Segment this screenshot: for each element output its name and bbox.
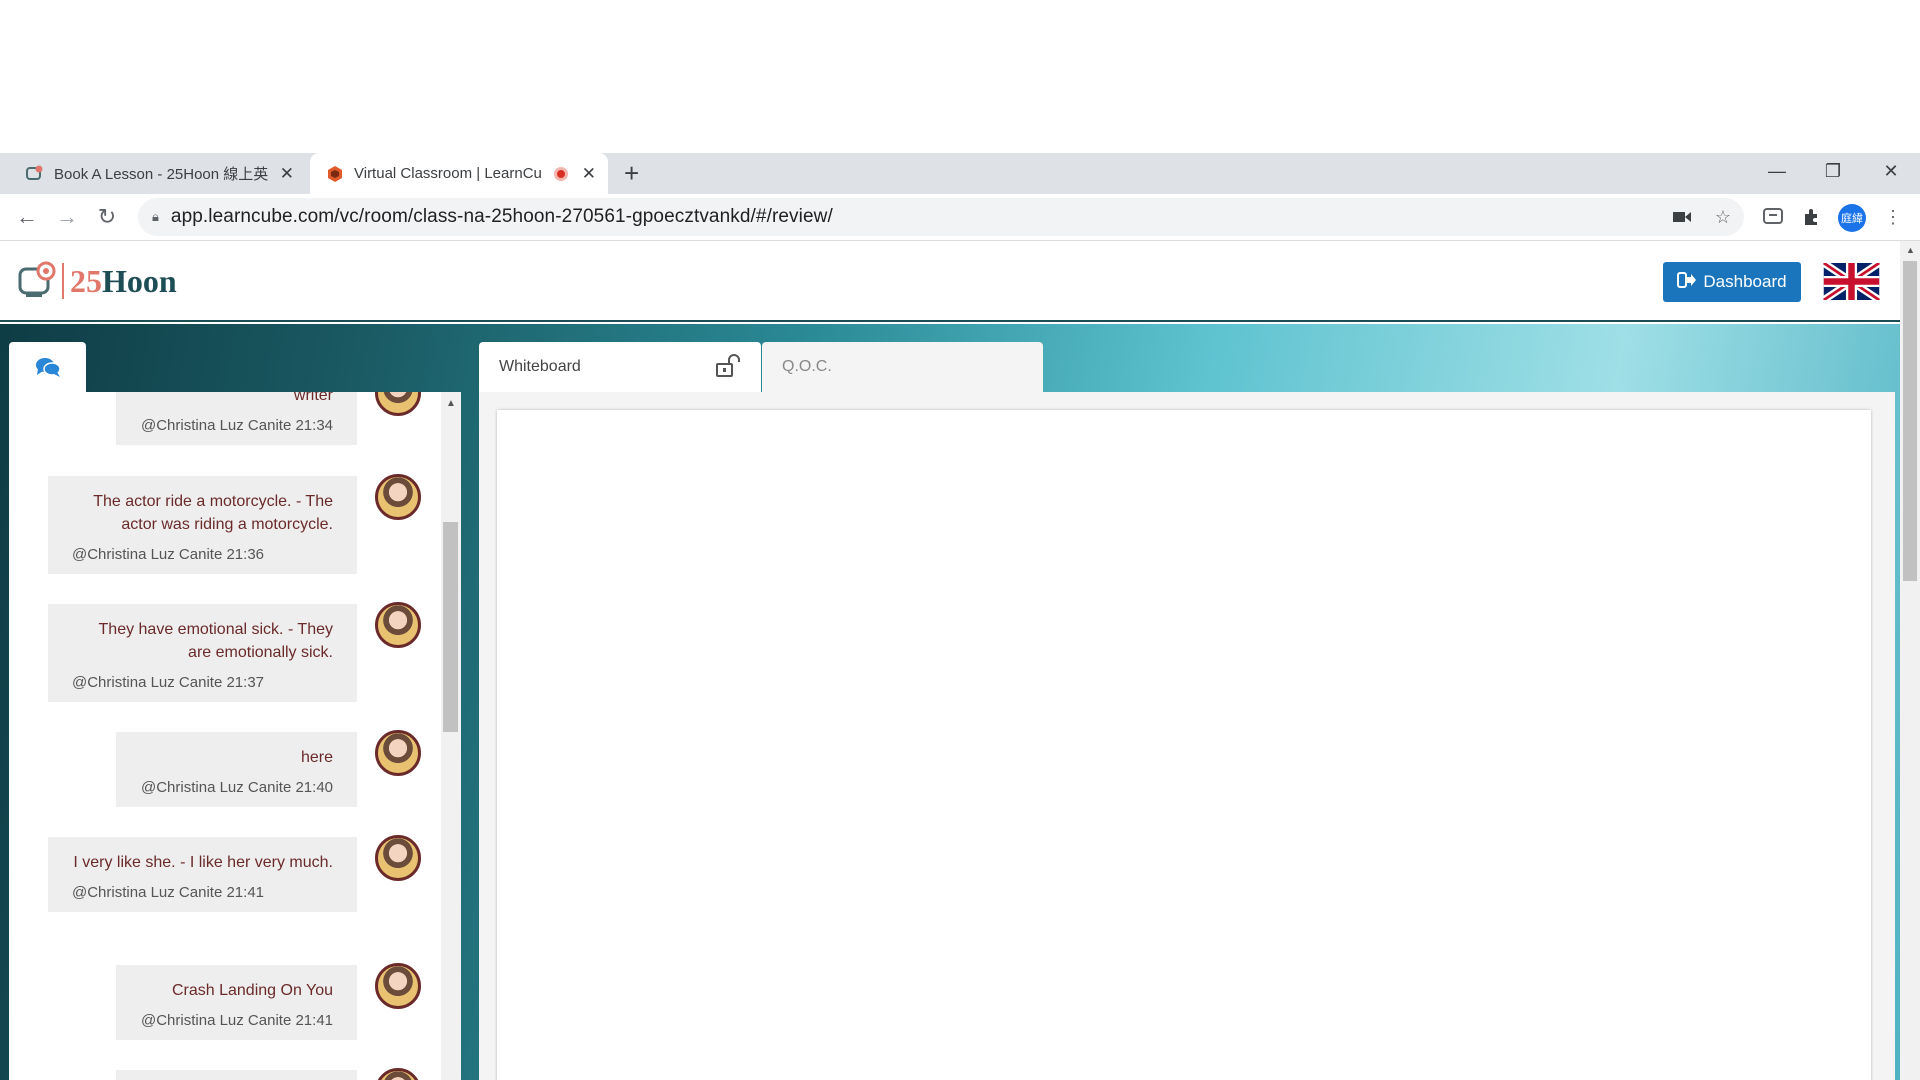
avatar	[375, 730, 421, 776]
message-text: The actor ride a motorcycle. - The actor…	[93, 493, 333, 533]
tab-label: Whiteboard	[499, 358, 581, 375]
avatar	[375, 835, 421, 881]
close-tab-icon[interactable]: ✕	[280, 164, 294, 184]
lock-icon[interactable]: 🔒︎	[152, 209, 159, 225]
tab-label: Q.O.C.	[782, 358, 832, 375]
chat-message: The actor ride a motorcycle. - The actor…	[48, 476, 357, 574]
tab-title: Book A Lesson - 25Hoon 線上英	[54, 166, 269, 183]
message-meta: @Christina Luz Canite 21:34	[141, 417, 333, 434]
minimize-icon[interactable]: —	[1754, 153, 1800, 189]
profile-avatar[interactable]: 庭緯	[1838, 204, 1866, 232]
classroom-stage: writer @Christina Luz Canite 21:34 The a…	[0, 324, 1900, 1080]
chat-tab[interactable]	[9, 342, 86, 392]
chat-scrollbar-thumb[interactable]	[443, 522, 458, 732]
back-icon[interactable]: ←	[12, 202, 42, 232]
close-tab-icon[interactable]: ✕	[582, 164, 596, 184]
tab-qoc[interactable]: Q.O.C.	[762, 342, 1043, 392]
logo-word: Hoon	[102, 262, 177, 299]
avatar	[375, 474, 421, 520]
learncube-favicon-icon	[328, 165, 342, 182]
browser-tabstrip: Book A Lesson - 25Hoon 線上英 ✕ Virtual Cla…	[0, 153, 1920, 194]
chat-panel[interactable]: writer @Christina Luz Canite 21:34 The a…	[9, 392, 461, 1080]
chat-bubbles-icon	[35, 358, 61, 377]
url-text: app.learncube.com/vc/room/class-na-25hoo…	[170, 206, 833, 227]
bookmark-star-icon[interactable]: ☆	[1708, 202, 1738, 232]
logo-divider	[62, 263, 64, 299]
browser-tab-virtual-classroom[interactable]: Virtual Classroom | LearnCu ✕	[310, 153, 608, 194]
browser-tab-book-lesson[interactable]: Book A Lesson - 25Hoon 線上英 ✕	[0, 153, 306, 194]
25hoon-favicon-icon	[26, 165, 43, 180]
page-scrollbar-thumb[interactable]	[1903, 261, 1917, 581]
restore-icon[interactable]: ❐	[1810, 153, 1856, 189]
address-bar[interactable]: 🔒︎ app.learncube.com/vc/room/class-na-25…	[138, 198, 1744, 236]
logo-mark-icon	[18, 261, 56, 297]
chat-message: here @Christina Luz Canite 21:40	[116, 732, 357, 807]
unlock-icon[interactable]	[715, 354, 741, 384]
reload-icon[interactable]: ↻	[92, 202, 122, 232]
recording-icon	[553, 166, 568, 181]
message-text: here	[300, 749, 333, 766]
message-text: They have emotional sick. - They are emo…	[98, 621, 333, 661]
chat-scrollbar[interactable]	[441, 392, 461, 1080]
whiteboard-area	[479, 392, 1895, 1080]
message-text: writer	[293, 392, 333, 404]
scroll-up-arrow-icon[interactable]: ▲	[1906, 245, 1915, 255]
chat-message: I very like she. - I like her very much.…	[48, 837, 357, 912]
close-window-icon[interactable]: ✕	[1868, 153, 1914, 189]
forward-icon[interactable]: →	[52, 202, 82, 232]
logo-number: 25	[70, 262, 102, 299]
chat-message	[116, 1070, 357, 1080]
chat-message: writer @Christina Luz Canite 21:34	[116, 392, 357, 445]
new-tab-button[interactable]: +	[624, 159, 639, 187]
whiteboard-canvas[interactable]	[497, 410, 1871, 1080]
avatar	[375, 963, 421, 1009]
message-meta: @Christina Luz Canite 21:41	[72, 884, 264, 901]
chat-message: They have emotional sick. - They are emo…	[48, 604, 357, 702]
dashboard-button[interactable]: Dashboard	[1663, 262, 1801, 302]
tab-whiteboard[interactable]: Whiteboard	[479, 342, 761, 392]
scroll-up-arrow-icon[interactable]: ▲	[446, 398, 456, 409]
message-meta: @Christina Luz Canite 21:41	[141, 1012, 333, 1029]
tab-title: Virtual Classroom | LearnCu	[354, 165, 542, 182]
browser-toolbar: ← → ↻ 🔒︎ app.learncube.com/vc/room/class…	[0, 194, 1920, 241]
chat-message: Crash Landing On You @Christina Luz Cani…	[116, 965, 357, 1040]
page-content: 25 Hoon Dashboard writer @Christina Luz …	[0, 241, 1900, 1080]
more-menu-icon[interactable]: ⋮	[1878, 202, 1908, 232]
logo[interactable]: 25 Hoon	[18, 261, 177, 301]
avatar	[375, 602, 421, 648]
message-meta: @Christina Luz Canite 21:36	[72, 546, 264, 563]
avatar	[375, 1068, 421, 1080]
uk-flag-icon[interactable]	[1823, 263, 1880, 300]
message-meta: @Christina Luz Canite 21:37	[72, 674, 264, 691]
site-header: 25 Hoon Dashboard	[0, 241, 1900, 322]
extensions-puzzle-icon[interactable]	[1797, 202, 1827, 232]
camera-icon[interactable]	[1667, 202, 1697, 232]
extension-chat-icon[interactable]	[1758, 202, 1788, 232]
blank-area	[0, 0, 1920, 153]
avatar	[375, 392, 421, 416]
sign-out-icon	[1677, 271, 1697, 294]
message-text: I very like she. - I like her very much.	[73, 854, 333, 871]
dashboard-label: Dashboard	[1703, 272, 1787, 291]
message-meta: @Christina Luz Canite 21:40	[141, 779, 333, 796]
page-scrollbar[interactable]: ▲	[1900, 241, 1920, 1080]
message-text: Crash Landing On You	[171, 982, 333, 999]
